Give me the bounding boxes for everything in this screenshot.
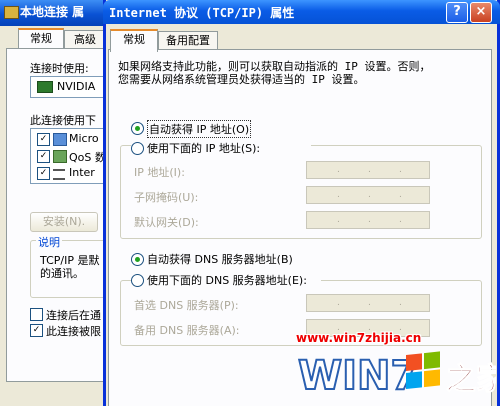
ip-dot: . <box>368 215 371 225</box>
manual-ip-label: 使用下面的 IP 地址(S): <box>147 142 261 155</box>
auto-ip-radio[interactable] <box>131 122 144 135</box>
notify-limited-checkbox[interactable]: ✓ <box>30 324 43 337</box>
ip-address-label: IP 地址(I): <box>134 166 185 179</box>
ip-dot: . <box>368 190 371 200</box>
manual-dns-option[interactable]: 使用下面的 DNS 服务器地址(E): <box>131 273 321 287</box>
ip-dot: . <box>337 215 340 225</box>
description-group-title: 说明 <box>36 234 62 250</box>
tab-alternate-config[interactable]: 备用配置 <box>158 31 218 50</box>
protocol-icon <box>53 169 65 180</box>
component-checkbox[interactable]: ✓ <box>37 167 50 180</box>
description-line-2: 您需要从网络系统管理员处获得适当的 IP 设置。 <box>118 73 365 86</box>
install-button[interactable]: 安装(N). <box>30 212 98 232</box>
component-label: Inter <box>69 166 95 179</box>
client-icon <box>53 133 67 146</box>
show-icon-label: 连接后在通 <box>46 309 101 322</box>
network-connection-icon <box>4 6 19 19</box>
service-icon <box>53 150 67 163</box>
manual-dns-radio[interactable] <box>131 274 144 287</box>
subnet-mask-label: 子网掩码(U): <box>134 191 199 204</box>
manual-ip-option[interactable]: 使用下面的 IP 地址(S): <box>131 141 311 155</box>
ip-address-field[interactable]: ... <box>306 161 430 179</box>
connect-using-label: 连接时使用: <box>30 62 89 75</box>
component-checkbox[interactable]: ✓ <box>37 150 50 163</box>
logo-text: WIN7 <box>298 353 418 399</box>
description-text-2: 的通讯。 <box>40 267 84 280</box>
local-connection-titlebar[interactable]: 本地连接 属 <box>0 0 118 26</box>
component-label: Micro <box>69 132 99 145</box>
ip-dot: . <box>399 165 402 175</box>
win7-logo-watermark: WIN7 之家 <box>296 345 500 403</box>
component-checkbox[interactable]: ✓ <box>37 133 50 146</box>
dialog-title: Internet 协议 (TCP/IP) 属性 <box>109 6 295 20</box>
ip-dot: . <box>368 298 371 308</box>
preferred-dns-label: 首选 DNS 服务器(P): <box>134 299 239 312</box>
ip-dot: . <box>399 190 402 200</box>
manual-dns-label: 使用下面的 DNS 服务器地址(E): <box>147 274 307 287</box>
manual-ip-radio[interactable] <box>131 142 144 155</box>
dialog-titlebar[interactable]: Internet 协议 (TCP/IP) 属性 ? × <box>103 0 500 24</box>
help-button[interactable]: ? <box>446 2 468 23</box>
ip-dot: . <box>399 298 402 308</box>
local-connection-title: 本地连接 属 <box>20 5 85 19</box>
tab-general[interactable]: 常规 <box>110 29 158 52</box>
network-adapter-icon <box>37 81 53 93</box>
auto-ip-option[interactable]: 自动获得 IP 地址(O) <box>131 120 311 138</box>
close-button[interactable]: × <box>470 2 492 23</box>
watermark-url: www.win7zhijia.cn <box>296 331 422 345</box>
win7-logo-graphic: WIN7 之家 <box>297 351 500 400</box>
back-tab-advanced[interactable]: 高级 <box>64 30 106 49</box>
items-label: 此连接使用下 <box>30 114 96 127</box>
adapter-name: NVIDIA <box>57 80 96 93</box>
ip-dot: . <box>368 165 371 175</box>
preferred-dns-field[interactable]: ... <box>306 294 430 312</box>
ip-dot: . <box>399 215 402 225</box>
logo-suffix: 之家 <box>446 362 496 397</box>
default-gateway-label: 默认网关(D): <box>134 216 199 229</box>
auto-dns-option[interactable]: 自动获得 DNS 服务器地址(B) <box>131 252 331 266</box>
component-label: QoS 数 <box>69 151 106 164</box>
ip-dot: . <box>337 165 340 175</box>
ip-dot: . <box>337 298 340 308</box>
auto-dns-label: 自动获得 DNS 服务器地址(B) <box>147 253 293 266</box>
description-line-1: 如果网络支持此功能，则可以获取自动指派的 IP 设置。否则， <box>118 60 431 73</box>
default-gateway-field[interactable]: ... <box>306 211 430 229</box>
show-icon-checkbox[interactable] <box>30 308 43 321</box>
notify-limited-label: 此连接被限 <box>46 325 101 338</box>
auto-dns-radio[interactable] <box>131 253 144 266</box>
auto-ip-label: 自动获得 IP 地址(O) <box>147 120 252 138</box>
windows-flag-icon <box>406 351 440 389</box>
subnet-mask-field[interactable]: ... <box>306 186 430 204</box>
alternate-dns-label: 备用 DNS 服务器(A): <box>134 324 240 337</box>
ip-dot: . <box>337 190 340 200</box>
dialog-description: 如果网络支持此功能，则可以获取自动指派的 IP 设置。否则， 您需要从网络系统管… <box>118 60 486 86</box>
